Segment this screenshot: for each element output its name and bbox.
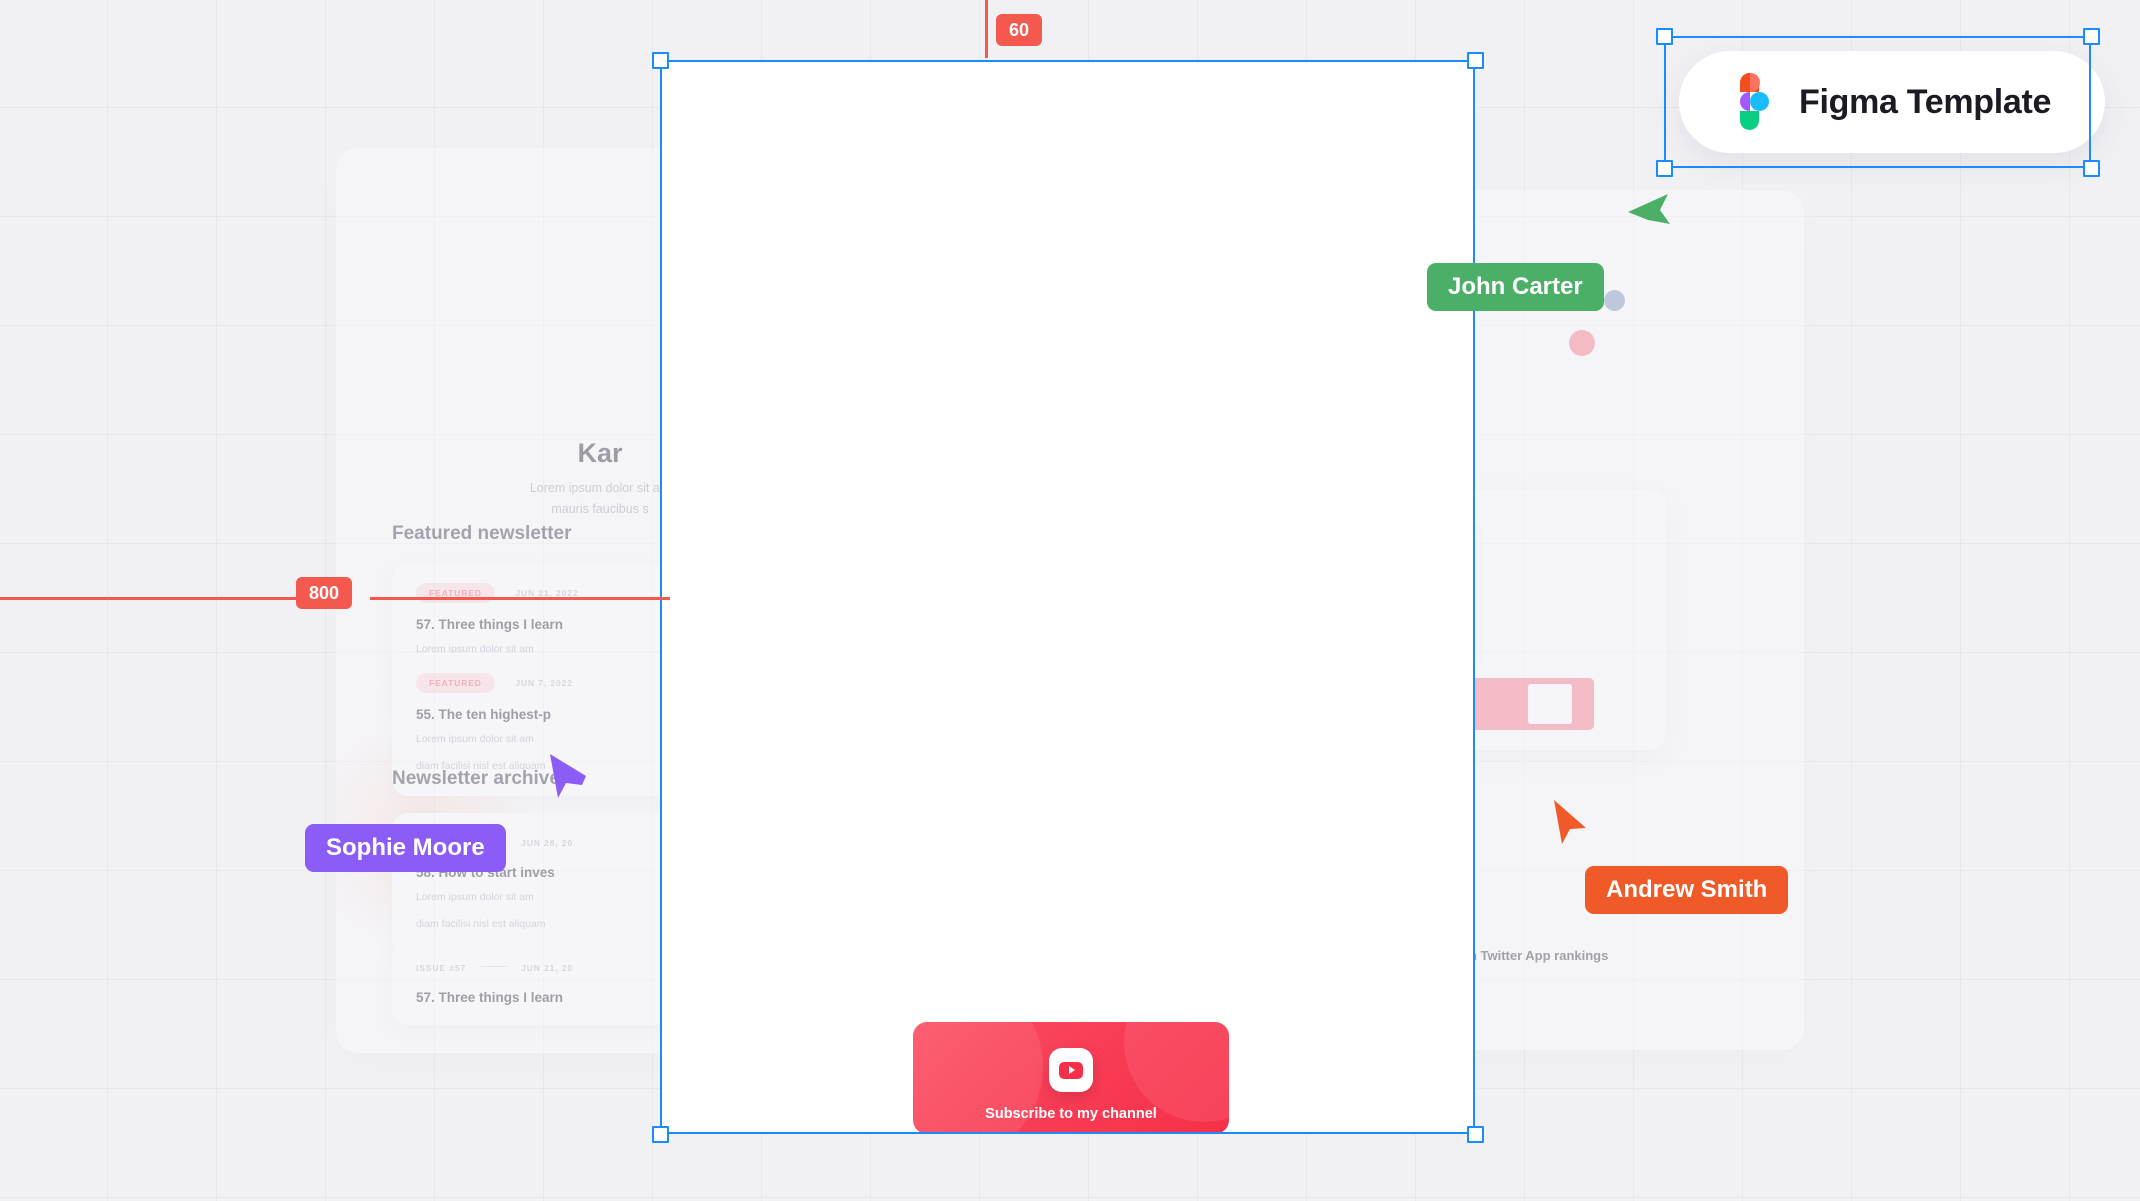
height-measure-badge: 800: [296, 577, 353, 609]
resize-handle-top-left[interactable]: [652, 52, 669, 69]
figma-logo-purple: [1740, 92, 1750, 111]
meta-divider: [480, 966, 507, 968]
bg-right-accent-dot: [1569, 330, 1595, 356]
figma-logo-green: [1740, 111, 1759, 130]
bg-left-featured-heading: Featured newsletter: [392, 523, 572, 544]
cursor-label-sophie-moore: Sophie Moore: [305, 824, 506, 873]
figma-template-badge[interactable]: Figma Template: [1679, 51, 2105, 153]
height-measure-line-right: [370, 597, 670, 600]
issue-date: JUN 21, 20: [521, 963, 574, 973]
social-dot-2[interactable]: [1604, 290, 1625, 311]
figma-logo: [1731, 73, 1771, 131]
figma-handle-bottom-right[interactable]: [2083, 160, 2100, 177]
newsletter-artboard[interactable]: Matt Cannon: [660, 60, 1475, 1134]
cursor-arrow-andrew-smith: [1554, 800, 1586, 844]
width-measure-badge: 60: [996, 14, 1043, 46]
figma-handle-top-left[interactable]: [1656, 28, 1673, 45]
cursor-label-andrew-smith: Andrew Smith: [1585, 866, 1789, 915]
figma-logo-blue: [1750, 92, 1769, 111]
bg-left-archive-heading: Newsletter archive: [392, 768, 560, 789]
height-measure-line-left: [0, 597, 310, 600]
resize-handle-bottom-left[interactable]: [652, 1126, 669, 1143]
mockup-card: [1528, 684, 1572, 724]
issue-date: JUN 28, 20: [521, 838, 574, 848]
cursor-arrow-sophie-moore: [550, 754, 586, 798]
featured-badge: FEATURED: [416, 583, 495, 603]
figma-template-label: Figma Template: [1799, 82, 2052, 121]
cta-text: Subscribe to my channel: [985, 1106, 1157, 1122]
subscribe-cta-banner[interactable]: Subscribe to my channel: [913, 1022, 1229, 1134]
figma-canvas[interactable]: Kar Lorem ipsum dolor sit am mauris fauc…: [0, 0, 2140, 1201]
featured-badge: FEATURED: [416, 673, 495, 693]
youtube-glyph: [1059, 1061, 1083, 1079]
cursor-arrow-john-carter: [1628, 194, 1670, 224]
card-date: JUN 7, 2022: [515, 678, 573, 688]
figma-handle-top-right[interactable]: [2083, 28, 2100, 45]
resize-handle-top-right[interactable]: [1467, 52, 1484, 69]
resize-handle-bottom-right[interactable]: [1467, 1126, 1484, 1143]
youtube-play-icon: [1049, 1048, 1093, 1092]
figma-handle-bottom-left[interactable]: [1656, 160, 1673, 177]
cursor-label-john-carter: John Carter: [1427, 263, 1604, 312]
issue-number: ISSUE #57: [416, 963, 467, 973]
width-measure-line: [985, 0, 988, 58]
